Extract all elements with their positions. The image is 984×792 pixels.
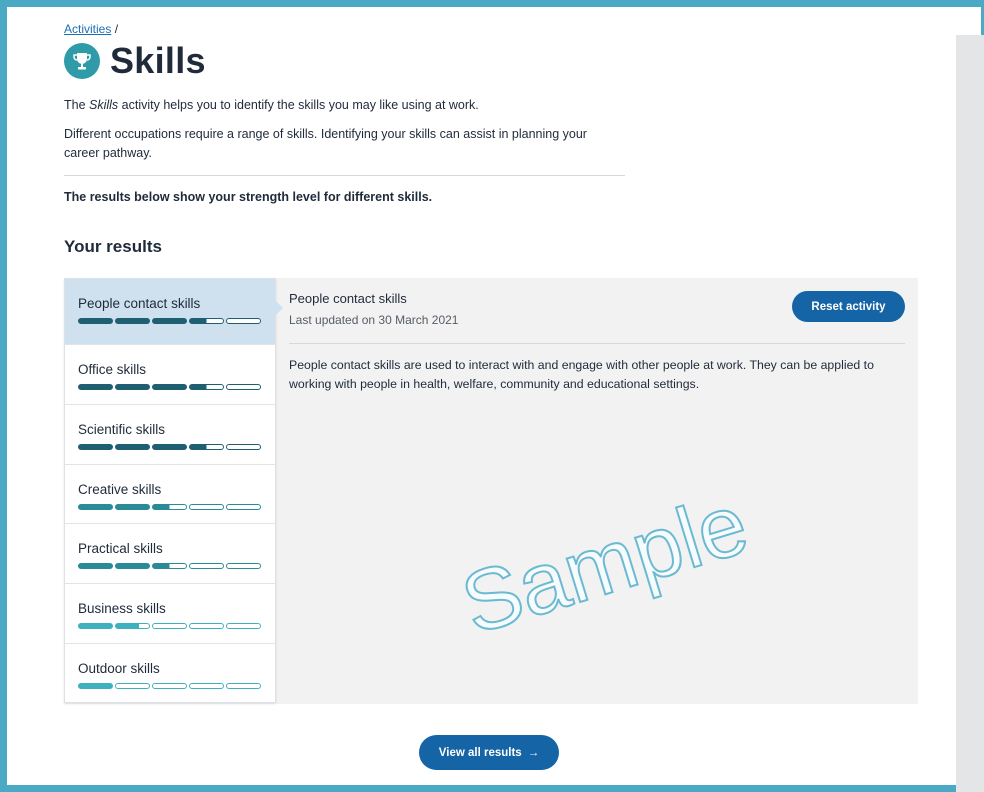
skill-item[interactable]: Office skills [65,345,275,405]
reset-activity-button[interactable]: Reset activity [792,291,905,322]
skill-label: Office skills [78,362,147,377]
strength-segment [226,318,261,324]
skill-item[interactable]: Scientific skills [65,405,275,465]
strength-segment [189,563,224,569]
strength-segment [189,623,224,629]
strength-segment [115,683,150,689]
detail-updated: Last updated on 30 March 2021 [289,313,459,327]
breadcrumb-separator: / [114,22,119,36]
sample-watermark: Sample [450,475,759,654]
arrow-right-icon: → [527,746,540,759]
strength-segment [226,683,261,689]
skill-item[interactable]: People contact skills [65,279,283,345]
title-row: Skills [64,40,924,82]
trophy-icon [64,43,100,79]
strength-segment [115,623,150,629]
strength-segment [152,504,187,510]
skill-strength-bar [78,504,262,510]
strength-segment [226,504,261,510]
skill-strength-bar [78,318,262,324]
strength-segment [152,623,187,629]
intro-emphasis: Skills [89,98,119,112]
strength-segment [115,444,150,450]
skill-strength-bar [78,563,262,569]
strength-segment [226,384,261,390]
breadcrumb: Activities / [64,22,924,36]
selected-caret [275,300,283,316]
skill-item[interactable]: Business skills [65,584,275,644]
page-content: Activities / Skills The Skills activity … [64,22,924,257]
skill-strength-bar [78,623,262,629]
skill-strength-bar [78,444,262,450]
breadcrumb-activities-link[interactable]: Activities [64,22,111,36]
skill-strength-bar [78,384,262,390]
intro-prefix: The [64,98,90,112]
results-heading: Your results [64,237,162,256]
detail-divider [289,343,905,344]
strength-segment [226,444,261,450]
intro-suffix: activity helps you to identify the skill… [118,98,479,112]
strength-segment [152,384,187,390]
strength-segment [78,623,113,629]
skill-label: Practical skills [78,541,163,556]
skill-label: Outdoor skills [78,661,160,676]
skill-detail: People contact skills Last updated on 30… [276,278,918,704]
strength-segment [115,504,150,510]
strength-segment [115,318,150,324]
skill-item[interactable]: Outdoor skills [65,644,275,704]
strength-segment [189,504,224,510]
scrollbar-track[interactable] [956,35,984,792]
view-all-results-button[interactable]: View all results → [419,735,559,770]
skill-label: People contact skills [78,296,201,311]
strength-segment [226,563,261,569]
strength-segment [78,444,113,450]
view-all-results-label: View all results [438,746,522,759]
results-panel: People contact skills Office skills Scient… [64,278,918,704]
strength-segment [115,563,150,569]
skill-label: Scientific skills [78,422,166,437]
strength-segment [189,444,224,450]
intro-text: The Skills activity helps you to identif… [64,96,924,115]
strength-segment [78,504,113,510]
results-note: The results below show your strength lev… [64,190,433,204]
intro-text-2: Different occupations require a range of… [64,127,587,160]
skill-item[interactable]: Creative skills [65,465,275,524]
skill-label: Creative skills [78,482,162,497]
detail-title: People contact skills [289,291,407,306]
strength-segment [189,384,224,390]
strength-segment [189,683,224,689]
skill-item[interactable]: Practical skills [65,524,275,584]
strength-segment [78,683,113,689]
strength-segment [152,318,187,324]
strength-segment [152,444,187,450]
strength-segment [152,563,187,569]
strength-segment [115,384,150,390]
page-title: Skills [110,40,206,81]
strength-segment [78,563,113,569]
strength-segment [226,623,261,629]
strength-segment [152,683,187,689]
divider [64,175,625,176]
skills-list: People contact skills Office skills Scient… [64,278,283,704]
strength-segment [78,318,113,324]
watermark-text: Sample [451,476,758,653]
detail-description: People contact skills are used to intera… [289,358,874,391]
skill-label: Business skills [78,601,166,616]
strength-segment [189,318,224,324]
strength-segment [78,384,113,390]
skill-strength-bar [78,683,262,689]
